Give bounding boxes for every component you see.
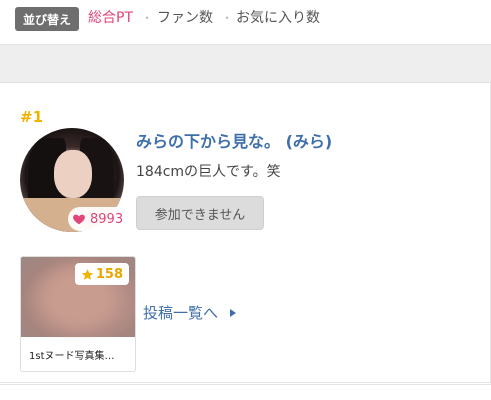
ranking-page: 並び替え 総合PT ・ ファン数 ・ お気に入り数 #1 8993 みらの下から…	[0, 0, 491, 400]
fan-count: 8993	[90, 211, 124, 227]
section-divider-band	[0, 44, 491, 83]
avatar-face	[54, 150, 92, 198]
sort-bar: 並び替え 総合PT ・ ファン数 ・ お気に入り数	[0, 0, 491, 44]
rank-label: #1	[20, 108, 44, 126]
caret-right-icon	[230, 308, 237, 317]
sort-option-favorites[interactable]: お気に入り数	[236, 8, 320, 28]
sort-separator: ・	[221, 11, 234, 25]
star-icon	[81, 268, 94, 280]
sort-option-fans[interactable]: ファン数	[157, 8, 213, 28]
join-button[interactable]: 参加できません	[136, 196, 264, 230]
post-list-link-label: 投稿一覧へ	[143, 304, 219, 322]
post-list-link[interactable]: 投稿一覧へ	[143, 302, 238, 323]
creator-name-link[interactable]: みらの下から見な。 (みら)	[136, 128, 332, 152]
post-star-badge: 158	[74, 263, 129, 285]
sort-separator: ・	[141, 11, 154, 25]
post-card[interactable]: 158 1stヌード写真集…	[20, 256, 136, 372]
sort-badge: 並び替え	[15, 7, 79, 31]
next-card-edge	[0, 384, 491, 400]
sort-option-total-pt[interactable]: 総合PT	[88, 8, 133, 28]
heart-icon	[73, 214, 85, 225]
creator-bio: 184cmの巨人です。笑	[136, 164, 281, 180]
post-star-count: 158	[95, 266, 123, 282]
post-title: 1stヌード写真集…	[29, 351, 115, 362]
fan-count-badge: 8993	[68, 207, 130, 231]
